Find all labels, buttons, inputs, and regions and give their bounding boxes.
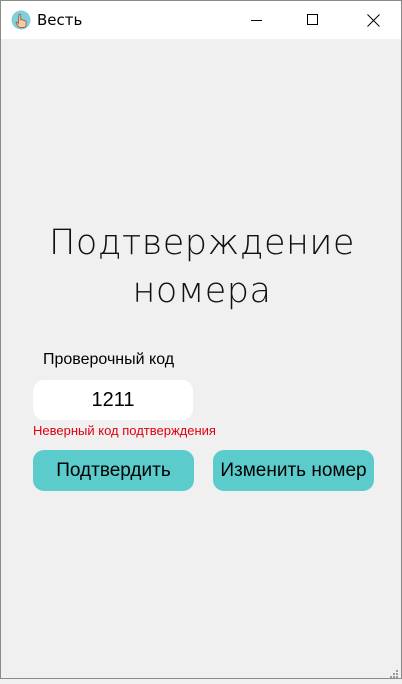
- minimize-icon: [251, 20, 262, 21]
- close-icon: [366, 13, 380, 27]
- window-title: Весть: [37, 11, 83, 29]
- hand-pointer-icon: [11, 10, 31, 30]
- verification-code-input[interactable]: [33, 380, 193, 420]
- maximize-icon: [307, 14, 318, 25]
- page-title-line-2: номера: [132, 271, 272, 311]
- close-button[interactable]: [345, 1, 401, 39]
- confirm-button[interactable]: Подтвердить: [33, 450, 194, 491]
- resize-grip-icon[interactable]: [389, 666, 399, 678]
- page-title-line-1: Подтверждение: [49, 223, 355, 263]
- error-message: Неверный код подтверждения: [33, 423, 216, 438]
- minimize-button[interactable]: [229, 1, 285, 39]
- title-bar[interactable]: Весть: [1, 1, 401, 39]
- app-window: Весть Подтверждение номера Проверочный к…: [0, 0, 402, 679]
- page-title: Подтверждение номера: [1, 219, 402, 315]
- code-label: Проверочный код: [43, 351, 175, 368]
- maximize-button[interactable]: [285, 1, 341, 39]
- change-number-button[interactable]: Изменить номер: [213, 450, 374, 491]
